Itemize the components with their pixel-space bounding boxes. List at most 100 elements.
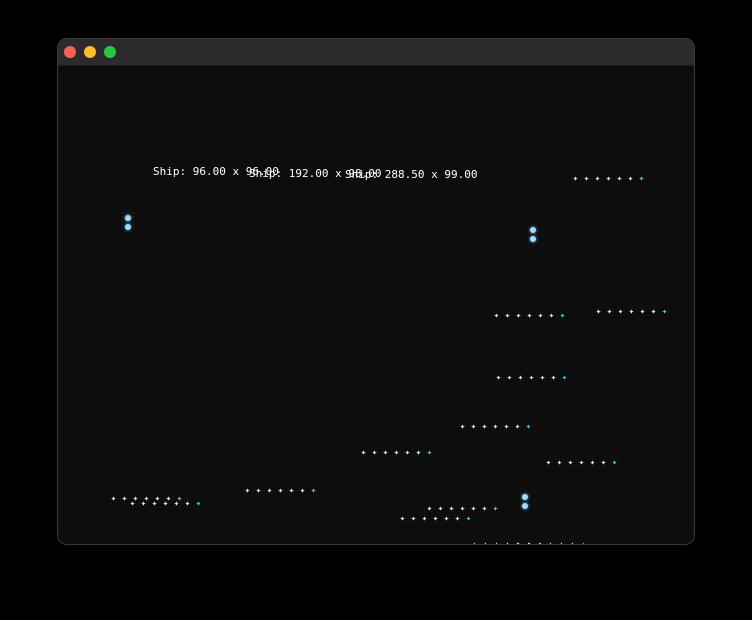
sparkle-icon: ✦ xyxy=(611,458,618,468)
sparkle-icon: ✦ xyxy=(578,458,585,468)
sparkle-icon: ✦ xyxy=(310,486,317,496)
orb-icon xyxy=(522,494,528,500)
sparkle-icon: ✦ xyxy=(454,514,461,524)
sparkle-icon: ✦ xyxy=(525,540,532,545)
app-window: Ship: 96.00 x 96.00 Ship: 192.00 x 98.00… xyxy=(57,38,695,545)
sparkle-icon: ✦ xyxy=(360,448,367,458)
sparkle-icon: ✦ xyxy=(545,458,552,468)
sparkle-icon: ✦ xyxy=(173,499,180,509)
sparkle-icon: ✦ xyxy=(514,422,521,432)
sparkle-icon: ✦ xyxy=(638,174,645,184)
sparkle-icon: ✦ xyxy=(550,373,557,383)
sparkle-icon: ✦ xyxy=(404,448,411,458)
sparkle-icon: ✦ xyxy=(151,499,158,509)
sparkle-icon: ✦ xyxy=(539,373,546,383)
sparkle-icon: ✦ xyxy=(627,174,634,184)
sparkle-icon: ✦ xyxy=(595,307,602,317)
sparkle-icon: ✦ xyxy=(526,311,533,321)
sparkle-icon: ✦ xyxy=(382,448,389,458)
sparkle-icon: ✦ xyxy=(448,504,455,514)
sparkle-icon: ✦ xyxy=(443,514,450,524)
sparkle-icon: ✦ xyxy=(528,373,535,383)
sparkle-icon: ✦ xyxy=(481,504,488,514)
sparkle-icon: ✦ xyxy=(506,373,513,383)
sparkle-icon: ✦ xyxy=(415,448,422,458)
sparkle-icon: ✦ xyxy=(266,486,273,496)
sparkle-icon: ✦ xyxy=(589,458,596,468)
sparkle-icon: ✦ xyxy=(583,174,590,184)
sparkle-icon: ✦ xyxy=(525,422,532,432)
orb-icon xyxy=(530,227,536,233)
sparkle-icon: ✦ xyxy=(459,504,466,514)
sparkle-icon: ✦ xyxy=(277,486,284,496)
sparkle-icon: ✦ xyxy=(493,540,500,545)
sparkle-icon: ✦ xyxy=(399,514,406,524)
sparkle-icon: ✦ xyxy=(606,307,613,317)
sparkle-icon: ✦ xyxy=(481,422,488,432)
sparkle-icon: ✦ xyxy=(572,174,579,184)
sparkle-icon: ✦ xyxy=(514,540,521,545)
sparkle-icon: ✦ xyxy=(548,311,555,321)
sparkle-icon: ✦ xyxy=(492,422,499,432)
close-button[interactable] xyxy=(64,46,76,58)
sparkle-icon: ✦ xyxy=(503,422,510,432)
sparkle-icon: ✦ xyxy=(195,499,202,509)
minimize-button[interactable] xyxy=(84,46,96,58)
sparkle-icon: ✦ xyxy=(580,540,587,545)
title-bar[interactable] xyxy=(58,39,694,66)
sparkle-icon: ✦ xyxy=(493,311,500,321)
sparkle-icon: ✦ xyxy=(517,373,524,383)
ship-label: Ship: 288.50 x 99.00 xyxy=(345,168,478,181)
sparkle-icon: ✦ xyxy=(471,540,478,545)
sparkle-icon: ✦ xyxy=(567,458,574,468)
sparkle-icon: ✦ xyxy=(495,373,502,383)
sparkle-icon: ✦ xyxy=(569,540,576,545)
sparkle-icon: ✦ xyxy=(556,458,563,468)
sparkle-icon: ✦ xyxy=(393,448,400,458)
sparkle-icon: ✦ xyxy=(617,307,624,317)
orb-icon xyxy=(522,503,528,509)
sparkle-icon: ✦ xyxy=(605,174,612,184)
sparkle-icon: ✦ xyxy=(504,540,511,545)
sparkle-icon: ✦ xyxy=(470,422,477,432)
sparkle-icon: ✦ xyxy=(426,504,433,514)
sparkle-icon: ✦ xyxy=(515,311,522,321)
sparkle-icon: ✦ xyxy=(559,311,566,321)
sparkle-icon: ✦ xyxy=(616,174,623,184)
sparkle-icon: ✦ xyxy=(437,504,444,514)
sparkle-icon: ✦ xyxy=(465,514,472,524)
sparkle-icon: ✦ xyxy=(650,307,657,317)
game-canvas[interactable]: Ship: 96.00 x 96.00 Ship: 192.00 x 98.00… xyxy=(58,66,694,545)
sparkle-icon: ✦ xyxy=(459,422,466,432)
sparkle-icon: ✦ xyxy=(410,514,417,524)
sparkle-icon: ✦ xyxy=(600,458,607,468)
sparkle-icon: ✦ xyxy=(536,540,543,545)
sparkle-icon: ✦ xyxy=(470,504,477,514)
sparkle-icon: ✦ xyxy=(661,307,668,317)
sparkle-icon: ✦ xyxy=(561,373,568,383)
sparkle-icon: ✦ xyxy=(421,514,428,524)
sparkle-icon: ✦ xyxy=(482,540,489,545)
sparkle-icon: ✦ xyxy=(547,540,554,545)
zoom-button[interactable] xyxy=(104,46,116,58)
sparkle-icon: ✦ xyxy=(426,448,433,458)
sparkle-icon: ✦ xyxy=(184,499,191,509)
sparkle-icon: ✦ xyxy=(162,499,169,509)
sparkle-icon: ✦ xyxy=(140,499,147,509)
sparkle-icon: ✦ xyxy=(299,486,306,496)
orb-icon xyxy=(125,215,131,221)
sparkle-icon: ✦ xyxy=(244,486,251,496)
sparkle-icon: ✦ xyxy=(110,494,117,504)
sparkle-icon: ✦ xyxy=(371,448,378,458)
sparkle-icon: ✦ xyxy=(129,499,136,509)
sparkle-icon: ✦ xyxy=(594,174,601,184)
sparkle-icon: ✦ xyxy=(558,540,565,545)
sparkle-icon: ✦ xyxy=(288,486,295,496)
sparkle-icon: ✦ xyxy=(537,311,544,321)
sparkle-icon: ✦ xyxy=(504,311,511,321)
orb-icon xyxy=(125,224,131,230)
sparkle-icon: ✦ xyxy=(628,307,635,317)
orb-icon xyxy=(530,236,536,242)
sparkle-icon: ✦ xyxy=(432,514,439,524)
sparkle-icon: ✦ xyxy=(492,504,499,514)
